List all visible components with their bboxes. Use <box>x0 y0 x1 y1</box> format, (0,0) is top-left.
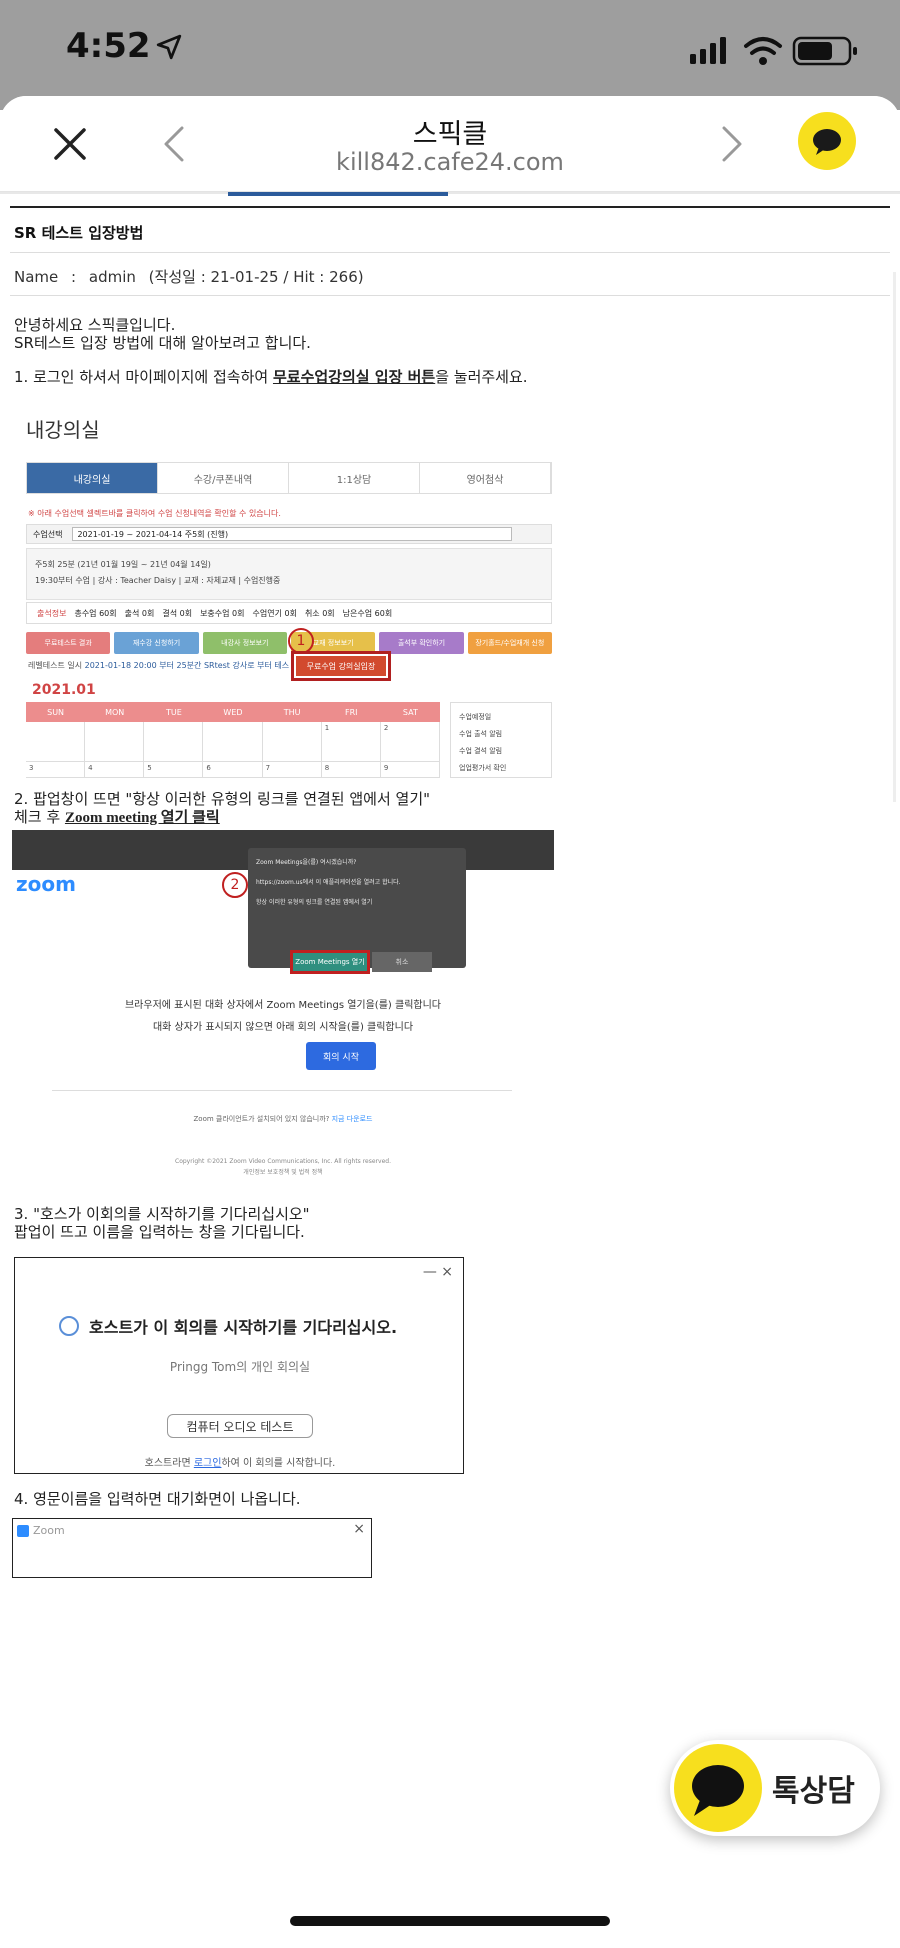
screenshot-zoom-window: Zoom × <box>12 1518 372 1578</box>
free-class-entry-button: 무료수업 강의실입장 <box>291 651 391 681</box>
mypage-tab: 내강의실 <box>27 463 158 493</box>
open-zoom-button: Zoom Meetings 열기 <box>290 950 370 974</box>
board-top-rule <box>10 206 890 208</box>
page-url: kill842.cafe24.com <box>336 148 564 176</box>
step-marker: 2 <box>222 872 248 898</box>
waiting-message: 호스트가 이 회의를 시작하기를 기다리십시오. <box>89 1318 398 1337</box>
level-test-info: 레벨테스트 일시 2021-01-18 20:00 부터 25분간 SRtest… <box>28 661 290 670</box>
tab-underline-track <box>0 192 900 194</box>
chat-bubble-icon <box>674 1744 762 1832</box>
class-select-row: 수업선택 2021-01-19 ~ 2021-04-14 주5회 (진행) <box>26 524 552 544</box>
zoom-instruction-1: 브라우저에 표시된 대화 상자에서 Zoom Meetings 열기을(를) 클… <box>124 1000 441 1011</box>
tab-active-indicator <box>228 192 448 196</box>
calendar-week: 3 4 5 6 7 8 9 <box>26 762 440 778</box>
mypage-tab: 1:1상담 <box>289 463 420 493</box>
test-audio-button: 컴퓨터 오디오 테스트 <box>167 1414 313 1438</box>
mypage-tab: 수강/쿠폰내역 <box>158 463 289 493</box>
meta-label: Name <box>14 268 59 286</box>
calendar: SUN MON TUE WED THU FRI SAT 1 2 3 4 5 6 … <box>26 702 440 778</box>
meta-date-hits: (작성일 : 21-01-25 / Hit : 266) <box>148 268 364 286</box>
mypage-action: 무료테스트 결과 <box>26 632 111 654</box>
cancel-button: 취소 <box>372 952 432 972</box>
attendance-stats: 출석정보 총수업 60회 출석 0회 결석 0회 보충수업 0회 수업연기 0회… <box>26 602 552 624</box>
mypage-heading: 내강의실 <box>26 418 100 442</box>
meeting-room-name: Pringg Tom의 개인 회의실 <box>169 1360 311 1374</box>
zoom-logo: zoom <box>16 872 76 896</box>
loading-spinner-icon <box>59 1316 79 1336</box>
intro-line-2: SR테스트 입장 방법에 대해 알아보려고 합니다. <box>14 334 311 352</box>
screenshot-waiting-host: — × 호스트가 이 회의를 시작하기를 기다리십시오. Pringg Tom의… <box>14 1257 464 1474</box>
always-open-checkbox: 항상 이러한 유형의 링크를 연결된 앱에서 열기 <box>256 899 373 906</box>
page-title: 스픽클 <box>412 119 488 150</box>
meta-colon: : <box>71 268 77 286</box>
zoom-copyright: Copyright ©2021 Zoom Video Communication… <box>175 1158 391 1176</box>
mypage-tabs: 내강의실 수강/쿠폰내역 1:1상담 영어첨삭 <box>26 462 552 494</box>
home-indicator <box>290 1916 610 1926</box>
mypage-tab: 영어첨삭 <box>420 463 551 493</box>
post-title: SR 테스트 입장방법 <box>14 224 144 242</box>
divider <box>52 1090 512 1091</box>
chat-consult-label: 톡상담 <box>772 1774 855 1809</box>
step-3-line-2: 팝업이 뜨고 이름을 입력하는 창을 기다립니다. <box>14 1223 305 1241</box>
calendar-legend: 수업예정일 수업 출석 알림 수업 결석 알림 업업평가서 확인 <box>450 702 552 778</box>
zoom-app-icon <box>17 1525 29 1537</box>
forward-chevron-icon[interactable] <box>704 118 756 170</box>
divider <box>10 295 890 296</box>
calendar-month: 2021.01 <box>32 682 96 698</box>
scrollbar[interactable] <box>893 272 896 802</box>
meta-author: admin <box>88 268 136 286</box>
location-arrow-icon <box>156 34 182 60</box>
status-time: 4:52 <box>66 26 151 66</box>
webview-sheet: 스픽클 kill842.cafe24.com SR 테스트 입장방법 Name … <box>0 96 900 1948</box>
screenshot-mypage: 내강의실 내강의실 수강/쿠폰내역 1:1상담 영어첨삭 ※ 아래 수업선택 셀… <box>26 414 556 778</box>
status-indicators <box>690 36 857 66</box>
host-login-note: 호스트라면 로그인하여 이 회의를 시작합니다. <box>144 1458 336 1469</box>
zoom-window-title: Zoom <box>33 1524 65 1537</box>
calendar-header: SUN MON TUE WED THU FRI SAT <box>26 702 440 722</box>
class-select-value: 2021-01-19 ~ 2021-04-14 주5회 (진행) <box>72 527 513 541</box>
zoom-instruction-2: 대화 상자가 표시되지 않으면 아래 회의 시작을(를) 클릭합니다 <box>152 1022 414 1033</box>
speech-bubble-icon <box>813 129 841 155</box>
post-meta: Name : admin (작성일 : 21-01-25 / Hit : 266… <box>14 266 372 287</box>
divider <box>10 252 890 253</box>
signal-icon <box>690 37 726 64</box>
battery-icon <box>792 36 857 66</box>
mypage-action: 재수강 신청하기 <box>114 632 199 654</box>
mypage-action: 출석부 확인하기 <box>379 632 464 654</box>
mypage-note: ※ 아래 수업선택 셀렉트바를 클릭하여 수업 신청내역을 확인할 수 있습니다… <box>28 509 281 518</box>
step-marker: 1 <box>288 628 314 654</box>
close-icon: × <box>353 1521 365 1537</box>
screenshot-zoom-launch: zoom 2 Zoom Meetings을(를) 여시겠습니까? https:/… <box>12 830 554 1182</box>
chat-consult-button[interactable]: 톡상담 <box>670 1740 880 1836</box>
wifi-icon <box>744 37 782 65</box>
start-meeting-button: 회의 시작 <box>306 1042 376 1070</box>
zoom-client-note: Zoom 클라이언트가 설치되어 있지 않습니까? 지금 다운로드 <box>193 1115 373 1123</box>
in-app-browser-nav: 스픽클 kill842.cafe24.com <box>0 96 900 192</box>
step-1: 1. 로그인 하셔서 마이페이지에 접속하여 무료수업강의실 입장 버튼을 눌러… <box>14 368 528 386</box>
step-4-line-1: 4. 영문이름을 입력하면 대기화면이 나옵니다. <box>14 1490 301 1508</box>
status-bar: 4:52 <box>0 0 900 96</box>
kakao-talk-button[interactable] <box>798 112 856 170</box>
mypage-action: 내강사 정보보기 <box>202 632 287 654</box>
class-info: 주5회 25분 (21년 01월 19일 ~ 21년 04월 14일) 19:3… <box>26 548 552 600</box>
calendar-week: 1 2 <box>26 722 440 762</box>
class-select-label: 수업선택 <box>33 529 63 539</box>
window-controls: — × <box>422 1264 453 1280</box>
step-2-line-2: 체크 후 Zoom meeting 열기 클릭 <box>14 808 220 826</box>
screen: 4:52 스픽클 kill842.cafe24.com SR 테스트 입장방법 … <box>0 0 900 1948</box>
mypage-action: 장기홀드/수업재개 신청 <box>467 632 552 654</box>
